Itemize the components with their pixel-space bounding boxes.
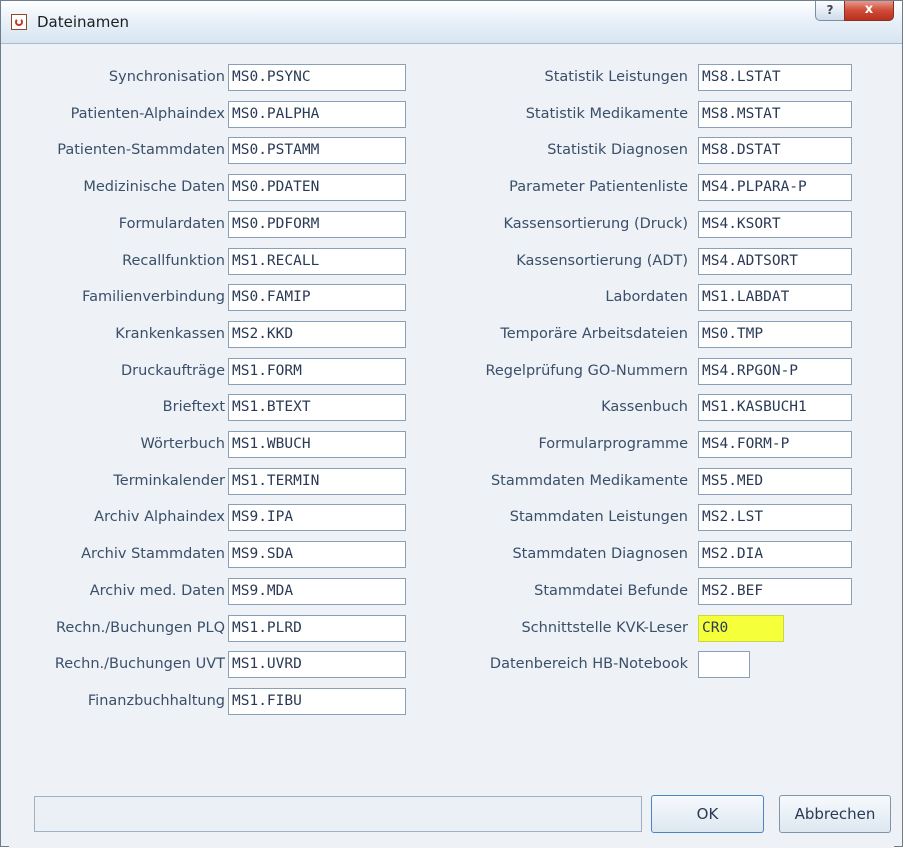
file-name-field[interactable]: MS4.FORM-P — [698, 431, 852, 458]
dialog-body: Synchronisation MS0.PSYNC Patienten-Alphai… — [9, 44, 894, 848]
field-label: Labordaten — [605, 289, 688, 305]
field-label: Statistik Leistungen — [544, 69, 688, 85]
file-name-field[interactable]: MS1.FIBU — [228, 688, 406, 715]
field-label: Kassensortierung (Druck) — [503, 216, 688, 232]
field-label: Stammdaten Leistungen — [509, 509, 688, 525]
cancel-button[interactable]: Abbrechen — [779, 795, 891, 833]
file-name-field[interactable]: MS5.MED — [698, 468, 852, 495]
field-label: Stammdaten Medikamente — [490, 473, 688, 489]
ok-button[interactable]: OK — [651, 795, 764, 833]
status-field — [34, 796, 642, 832]
file-name-field[interactable]: MS4.PLPARA-P — [698, 174, 852, 201]
field-label: Statistik Medikamente — [525, 106, 688, 122]
file-name-field[interactable]: MS1.KASBUCH1 — [698, 394, 852, 421]
field-label: Parameter Patientenliste — [509, 179, 688, 195]
field-label: Statistik Diagnosen — [547, 142, 688, 158]
file-name-field[interactable] — [698, 651, 750, 678]
file-name-field[interactable]: MS8.MSTAT — [698, 101, 852, 128]
file-name-field[interactable]: CR0 — [698, 615, 784, 642]
dialog-window: Dateinamen ? x Synchronisation MS0.PSYNC P… — [0, 0, 903, 848]
field-label: Regelprüfung GO-Nummern — [485, 363, 688, 379]
field-label: Kassenbuch — [601, 399, 688, 415]
file-name-field[interactable]: MS4.KSORT — [698, 211, 852, 238]
field-label: Temporäre Arbeitsdateien — [500, 326, 688, 342]
field-label: Finanzbuchhaltung — [87, 693, 225, 709]
file-name-field[interactable]: MS2.LST — [698, 504, 852, 531]
field-label: Stammdatei Befunde — [534, 583, 688, 599]
help-button[interactable]: ? — [815, 1, 845, 21]
file-name-field[interactable]: MS8.DSTAT — [698, 137, 852, 164]
file-name-field[interactable]: MS4.RPGON-P — [698, 358, 852, 385]
file-name-field[interactable]: MS8.LSTAT — [698, 64, 852, 91]
file-name-field[interactable]: MS2.DIA — [698, 541, 852, 568]
close-button[interactable]: x — [844, 1, 894, 21]
window-title: Dateinamen — [37, 13, 130, 31]
file-name-field[interactable]: MS2.BEF — [698, 578, 852, 605]
field-label: Formularprogramme — [538, 436, 688, 452]
field-label: Kassensortierung (ADT) — [516, 253, 688, 269]
file-name-field[interactable]: MS1.LABDAT — [698, 284, 852, 311]
file-name-field[interactable]: MS0.TMP — [698, 321, 852, 348]
file-name-field[interactable]: MS4.ADTSORT — [698, 248, 852, 275]
field-label: Stammdaten Diagnosen — [512, 546, 688, 562]
field-label: Schnittstelle KVK-Leser — [521, 620, 688, 636]
field-label: Datenbereich HB-Notebook — [489, 656, 688, 672]
title-bar[interactable]: Dateinamen ? x — [1, 1, 902, 44]
app-icon — [11, 14, 27, 30]
